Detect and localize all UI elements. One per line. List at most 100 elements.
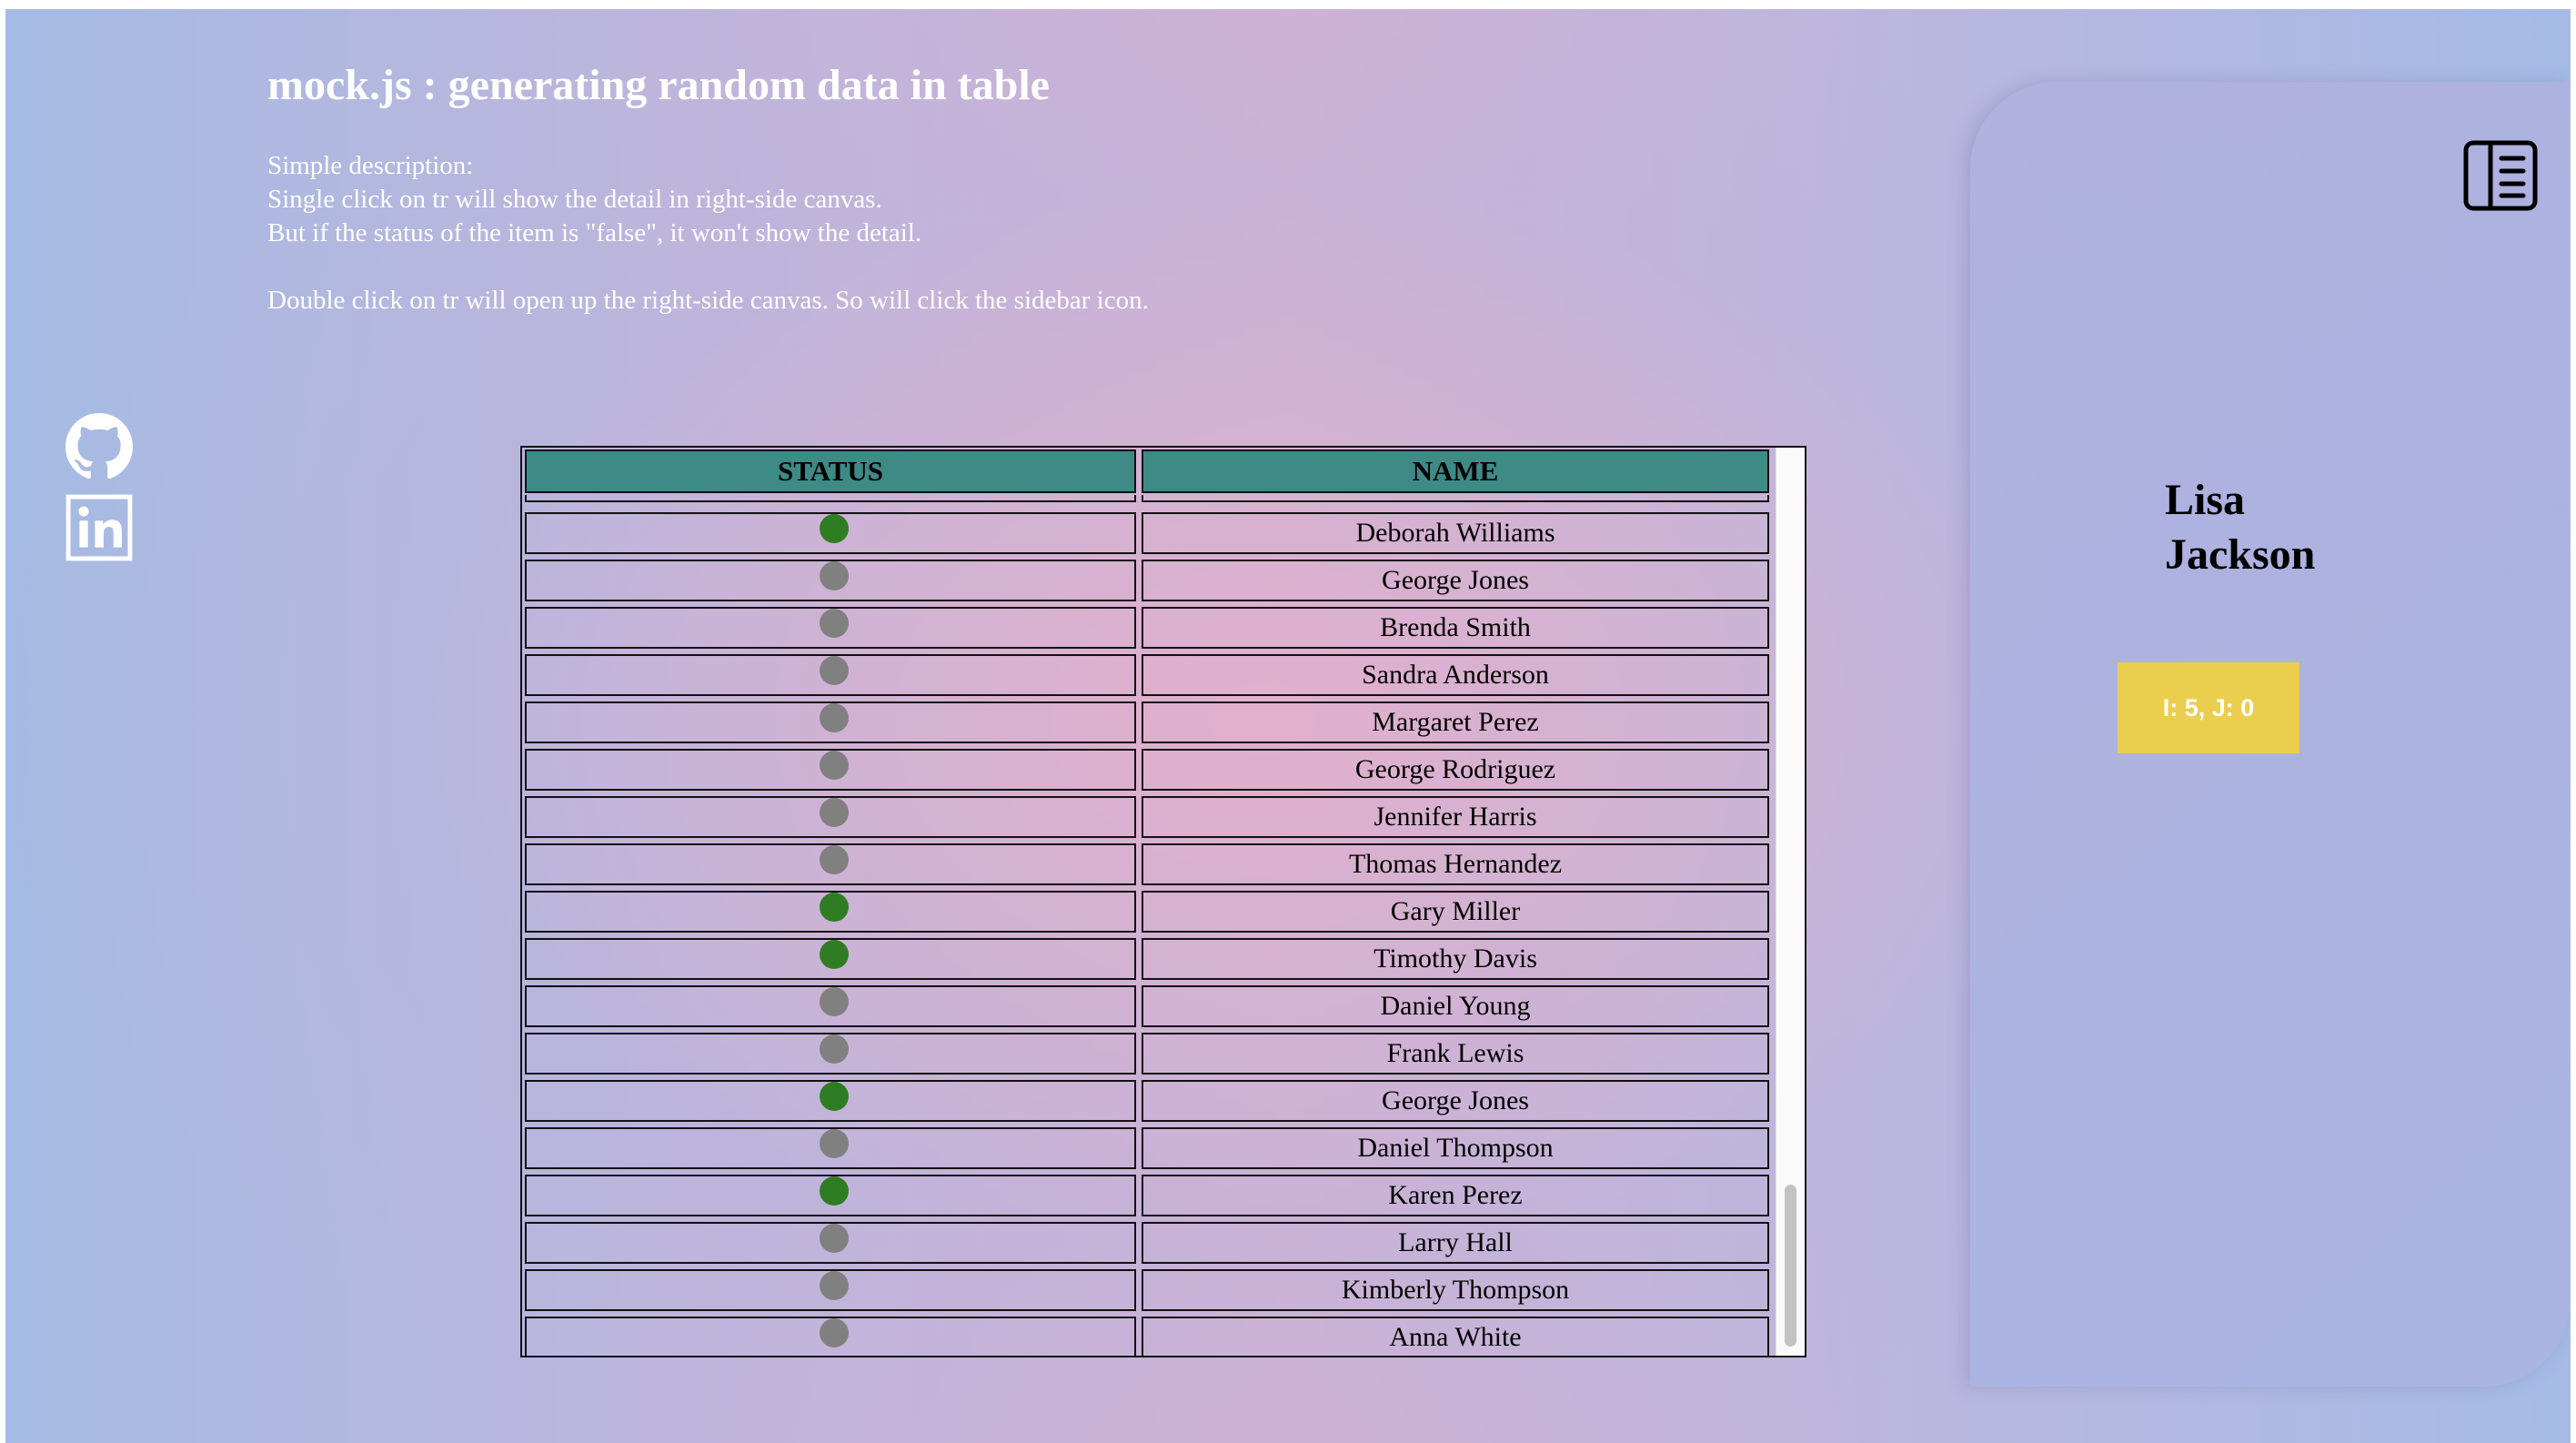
description-line: But if the status of the item is "false"… (267, 218, 922, 247)
table-scrollbar[interactable] (1776, 448, 1805, 1356)
name-cell: Larry Hall (1142, 1222, 1769, 1264)
name-cell: Timothy Davis (1142, 938, 1769, 980)
table-row[interactable]: Deborah Williams (522, 510, 1776, 557)
column-header-status: STATUS (525, 449, 1136, 493)
table-row[interactable]: Thomas Hernandez (522, 841, 1776, 888)
name-cell: George Jones (1142, 560, 1769, 601)
table-row[interactable]: Brenda Smith (522, 604, 1776, 651)
status-dot-inactive (820, 1318, 849, 1347)
name-cell: Jennifer Harris (1142, 796, 1769, 838)
status-dot-inactive (820, 1224, 849, 1253)
status-dot-active (820, 1082, 849, 1111)
column-header-name: NAME (1142, 449, 1769, 493)
status-cell (525, 701, 1136, 743)
status-cell (525, 938, 1136, 980)
table-header: STATUS NAME (522, 448, 1776, 495)
table-row[interactable]: Jennifer Harris (522, 793, 1776, 841)
partial-cell (525, 495, 1136, 502)
description-line: Single click on tr will show the detail … (267, 185, 882, 214)
status-cell (525, 607, 1136, 649)
status-cell (525, 1127, 1136, 1169)
table-row[interactable]: Margaret Perez (522, 699, 1776, 746)
name-cell: Thomas Hernandez (1142, 843, 1769, 885)
status-dot-inactive (820, 845, 849, 874)
detail-index-badge: I: 5, J: 0 (2118, 662, 2299, 753)
status-dot-inactive (820, 561, 849, 590)
status-dot-active (820, 893, 849, 922)
name-cell: Kimberly Thompson (1142, 1269, 1769, 1311)
name-cell: George Jones (1142, 1080, 1769, 1122)
table-row[interactable]: Gary Miller (522, 888, 1776, 935)
status-cell (525, 1269, 1136, 1311)
name-cell: Sandra Anderson (1142, 654, 1769, 696)
status-dot-active (820, 514, 849, 543)
table-row[interactable]: Larry Hall (522, 1219, 1776, 1266)
sidebar-icon (2463, 140, 2538, 211)
table-row[interactable]: Sandra Anderson (522, 651, 1776, 699)
status-dot-inactive (820, 1034, 849, 1064)
description-line: Simple description: (267, 151, 474, 180)
name-cell: Karen Perez (1142, 1175, 1769, 1216)
status-dot-inactive (820, 1271, 849, 1300)
name-cell: Margaret Perez (1142, 701, 1769, 743)
status-cell (525, 985, 1136, 1027)
partially-hidden-row (522, 495, 1776, 504)
table-row[interactable]: Daniel Thompson (522, 1125, 1776, 1172)
name-cell: Frank Lewis (1142, 1033, 1769, 1075)
status-dot-inactive (820, 751, 849, 780)
status-cell (525, 796, 1136, 838)
status-cell (525, 560, 1136, 601)
partial-cell (1142, 495, 1769, 502)
status-dot-inactive (820, 987, 849, 1016)
status-cell (525, 843, 1136, 885)
status-cell (525, 654, 1136, 696)
status-dot-inactive (820, 798, 849, 827)
github-icon (65, 413, 133, 479)
table-row[interactable]: Timothy Davis (522, 935, 1776, 983)
name-cell: George Rodriguez (1142, 749, 1769, 791)
scrollbar-thumb[interactable] (1785, 1185, 1796, 1347)
name-cell: Anna White (1142, 1317, 1769, 1356)
status-cell (525, 1175, 1136, 1216)
table-row[interactable]: Kimberly Thompson (522, 1266, 1776, 1314)
table-scroll-area[interactable]: STATUS NAME Deborah Williams George Jones… (522, 448, 1776, 1356)
status-cell (525, 1222, 1136, 1264)
status-cell (525, 512, 1136, 554)
table-row[interactable]: Daniel Young (522, 983, 1776, 1030)
linkedin-link[interactable] (65, 494, 133, 561)
table-row[interactable]: George Jones (522, 1077, 1776, 1125)
data-table: STATUS NAME Deborah Williams George Jones… (520, 446, 1806, 1357)
table-row[interactable]: Karen Perez (522, 1172, 1776, 1219)
table-row[interactable]: Anna White (522, 1314, 1776, 1356)
status-dot-inactive (820, 656, 849, 685)
linkedin-icon (65, 494, 133, 561)
table-body: Deborah Williams George Jones Brenda Smith… (522, 510, 1776, 1356)
status-cell (525, 1033, 1136, 1075)
page-title: mock.js : generating random data in tabl… (267, 61, 1050, 109)
detail-name: Lisa Jackson (2165, 473, 2401, 582)
status-cell (525, 1080, 1136, 1122)
status-cell (525, 749, 1136, 791)
table-row[interactable]: Frank Lewis (522, 1030, 1776, 1077)
description-line: Double click on tr will open up the righ… (267, 286, 1149, 315)
status-dot-active (820, 940, 849, 969)
status-dot-inactive (820, 609, 849, 638)
sidebar-toggle-button[interactable] (2463, 138, 2538, 213)
name-cell: Daniel Young (1142, 985, 1769, 1027)
github-link[interactable] (65, 413, 133, 480)
page-background: mock.js : generating random data in tabl… (5, 9, 2571, 1443)
table-row[interactable]: George Jones (522, 557, 1776, 604)
status-dot-active (820, 1176, 849, 1206)
name-cell: Deborah Williams (1142, 512, 1769, 554)
name-cell: Daniel Thompson (1142, 1127, 1769, 1169)
detail-last-name: Jackson (2165, 530, 2316, 579)
table-row[interactable]: George Rodriguez (522, 746, 1776, 793)
status-dot-inactive (820, 1129, 849, 1158)
status-dot-inactive (820, 703, 849, 732)
status-cell (525, 891, 1136, 933)
description: Simple description: Single click on tr w… (267, 149, 1149, 318)
name-cell: Brenda Smith (1142, 607, 1769, 649)
name-cell: Gary Miller (1142, 891, 1769, 933)
status-cell (525, 1317, 1136, 1356)
